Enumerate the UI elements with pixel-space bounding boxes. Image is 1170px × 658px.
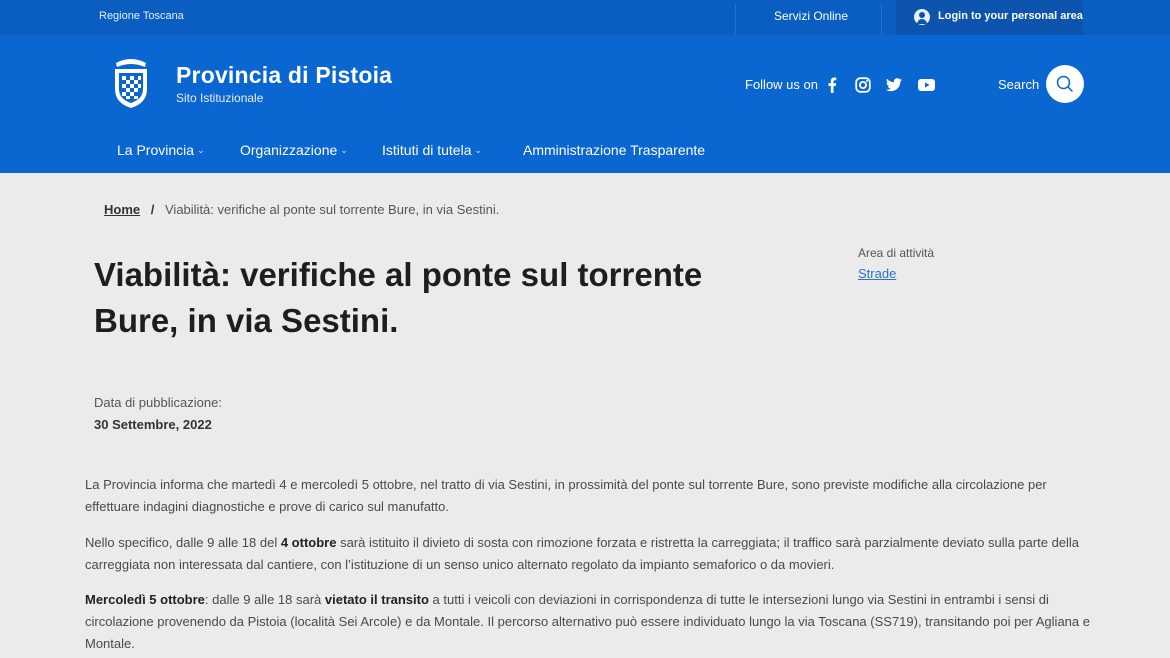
chevron-down-icon: ⌄: [197, 145, 205, 155]
search-icon: [1056, 75, 1073, 92]
nav-item-label: Amministrazione Trasparente: [523, 142, 706, 158]
divider: [735, 4, 736, 34]
province-crest-logo[interactable]: [112, 57, 150, 109]
nav-item-amministrazione-trasparente[interactable]: Amministrazione Trasparente: [523, 142, 705, 158]
chevron-down-icon: ⌄: [340, 145, 348, 155]
instagram-icon[interactable]: [854, 76, 872, 94]
breadcrumb-home-link[interactable]: Home: [104, 202, 140, 217]
site-subtitle: Sito Istituzionale: [176, 91, 264, 105]
login-button[interactable]: Login to your personal area: [896, 0, 1083, 35]
bold-text: 4 ottobre: [280, 535, 337, 550]
services-online-link[interactable]: Servizi Online: [774, 9, 848, 23]
article-paragraph: Mercoledì 5 ottobre: dalle 9 alle 18 sar…: [85, 589, 1095, 655]
breadcrumb-separator: /: [150, 202, 155, 217]
divider: [881, 4, 882, 34]
user-icon: [914, 9, 930, 25]
top-bar: Regione Toscana Servizi Online Login to …: [0, 0, 1170, 35]
main-navigation: La Provincia ⌄ Organizzazione ⌄ Istituti…: [0, 133, 1170, 173]
login-label: Login to your personal area: [938, 10, 1083, 22]
publication-date-value: 30 Settembre, 2022: [94, 417, 212, 432]
search-button[interactable]: [1046, 65, 1084, 103]
site-header: Provincia di Pistoia Sito Istituzionale …: [0, 35, 1170, 133]
text-run: : dalle 9 alle 18 sarà: [204, 592, 325, 607]
breadcrumb-current: Viabilità: verifiche al ponte sul torren…: [165, 202, 500, 217]
twitter-icon[interactable]: [885, 76, 903, 94]
follow-us-label: Follow us on: [745, 77, 818, 92]
search-label[interactable]: Search: [998, 77, 1039, 92]
article-paragraph: La Provincia informa che martedì 4 e mer…: [85, 477, 1047, 514]
nav-item-label: Organizzazione: [240, 142, 338, 158]
area-link-strade[interactable]: Strade: [858, 266, 896, 281]
bold-text: Mercoledì 5 ottobre: [85, 592, 205, 607]
publication-date-label: Data di pubblicazione:: [94, 395, 222, 410]
area-label: Area di attività: [858, 246, 935, 260]
page-title: Viabilità: verifiche al ponte sul torren…: [94, 256, 703, 339]
breadcrumb: Home / Viabilità: verifiche al ponte sul…: [104, 202, 499, 217]
nav-item-label: Istituti di tutela: [382, 142, 472, 158]
site-title[interactable]: Provincia di Pistoia: [176, 62, 392, 89]
region-link[interactable]: Regione Toscana: [99, 10, 184, 22]
text-run: Nello specifico, dalle 9 alle 18 del: [85, 535, 281, 550]
nav-item-organizzazione[interactable]: Organizzazione ⌄: [240, 142, 348, 158]
bold-text: vietato il transito: [324, 592, 429, 607]
youtube-icon[interactable]: [917, 76, 935, 94]
nav-item-istituti-di-tutela[interactable]: Istituti di tutela ⌄: [382, 142, 482, 158]
chevron-down-icon: ⌄: [474, 145, 483, 155]
article-paragraph: Nello specifico, dalle 9 alle 18 del 4 o…: [85, 532, 1095, 576]
nav-item-la-provincia[interactable]: La Provincia ⌄: [117, 142, 205, 158]
facebook-icon[interactable]: [823, 76, 841, 94]
nav-item-label: La Provincia: [117, 142, 195, 158]
